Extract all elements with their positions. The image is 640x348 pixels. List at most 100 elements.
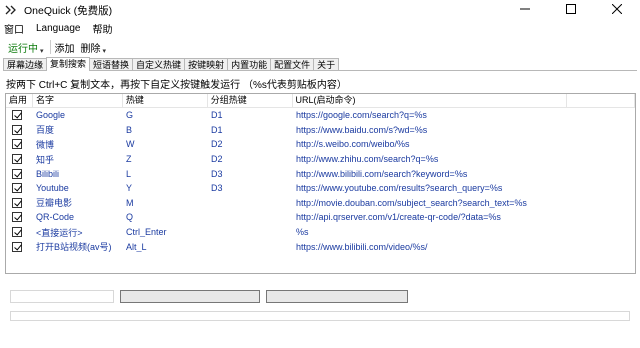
header-hotkey[interactable]: 热键 — [123, 94, 208, 108]
title-bar: OneQuick (免费版) — [0, 0, 640, 20]
row-hotkey: W — [126, 139, 135, 150]
header-extra[interactable] — [567, 94, 635, 108]
enabled-checkbox[interactable] — [12, 168, 22, 179]
row-url: %s — [296, 227, 309, 238]
enabled-checkbox[interactable] — [12, 124, 22, 135]
row-enabled-cell — [6, 139, 33, 150]
row-group-hotkey: D1 — [211, 124, 223, 135]
dropdown-arrow-icon: ▾ — [102, 48, 107, 55]
action-button-2[interactable] — [266, 290, 408, 303]
row-enabled-cell — [6, 197, 33, 208]
table-row[interactable]: 微博 W D2 http://s.weibo.com/weibo/%s — [6, 137, 635, 152]
row-enabled-cell — [6, 183, 33, 194]
row-group-hotkey: D1 — [211, 110, 223, 121]
close-icon — [611, 3, 623, 17]
row-group-hotkey: D3 — [211, 168, 223, 179]
row-enabled-cell — [6, 110, 33, 121]
row-name: Youtube — [36, 183, 69, 194]
toolbar: 运行中 ▾ 添加 删除 ▾ — [0, 37, 640, 57]
row-hotkey: Ctrl_Enter — [126, 227, 167, 238]
minimize-button[interactable] — [502, 0, 548, 20]
table-row[interactable]: 豆瓣电影 Mhttp://movie.douban.com/subject_sea… — [6, 196, 635, 211]
enabled-checkbox[interactable] — [12, 212, 22, 223]
row-url: https://www.youtube.com/results?search_q… — [296, 183, 503, 194]
row-hotkey: B — [126, 124, 133, 135]
menu-window[interactable]: 窗口 — [4, 21, 24, 36]
enabled-checkbox[interactable] — [12, 183, 22, 194]
edit-field[interactable] — [10, 290, 114, 303]
enabled-checkbox[interactable] — [12, 110, 22, 121]
row-hotkey: Y — [126, 183, 133, 194]
row-group-hotkey: D2 — [211, 139, 223, 150]
row-enabled-cell — [6, 227, 33, 238]
add-button[interactable]: 添加 — [55, 40, 75, 55]
maximize-icon — [566, 3, 576, 17]
row-hotkey: G — [126, 110, 134, 121]
enabled-checkbox[interactable] — [12, 139, 22, 150]
row-hotkey: Alt_L — [126, 241, 147, 252]
search-list[interactable]: 启用 名字 热键 分组热键 URL(启动命令) Google G D1 https:/… — [5, 93, 636, 274]
row-enabled-cell — [6, 124, 33, 135]
maximize-button[interactable] — [548, 0, 594, 20]
row-url: https://www.baidu.com/s?wd=%s — [296, 124, 428, 135]
delete-button[interactable]: 删除 ▾ — [80, 40, 107, 56]
row-name: Bilibili — [36, 168, 60, 179]
table-row[interactable]: 百度 B D1 https://www.baidu.com/s?wd=%s — [6, 123, 635, 138]
table-row[interactable]: Youtube Y D3 https://www.youtube.com/result… — [6, 181, 635, 196]
dropdown-arrow-icon: ▾ — [40, 48, 44, 55]
row-enabled-cell — [6, 154, 33, 165]
row-group-hotkey: D2 — [211, 154, 223, 165]
list-body: Google G D1 https://google.com/search?q=%s 百… — [6, 108, 635, 254]
row-url: http://movie.douban.com/subject_search?s… — [296, 197, 527, 208]
row-name: 微博 — [36, 139, 55, 150]
header-name[interactable]: 名字 — [33, 94, 123, 108]
row-group-hotkey: D3 — [211, 183, 223, 194]
row-enabled-cell — [6, 212, 33, 223]
row-name: 知乎 — [36, 154, 55, 165]
table-row[interactable]: QR-Code Qhttp://api.qrserver.com/v1/creat… — [6, 210, 635, 225]
row-enabled-cell — [6, 241, 33, 252]
running-label: 运行中 — [8, 43, 38, 55]
header-enabled[interactable]: 启用 — [6, 94, 33, 108]
hint-text: 按两下 Ctrl+C 复制文本，再按下自定义按键触发运行 （%s代表剪贴板内容） — [6, 80, 347, 91]
table-row[interactable]: <直接运行> Ctrl_Enter %s — [6, 225, 635, 240]
header-group-hotkey[interactable]: 分组热键 — [208, 94, 293, 108]
row-hotkey: Q — [126, 212, 134, 223]
delete-label: 删除 — [80, 43, 101, 55]
menu-bar: 窗口 Language 帮助 — [0, 20, 640, 37]
row-name: 豆瓣电影 — [36, 198, 73, 209]
window-title: OneQuick (免费版) — [24, 4, 113, 17]
enabled-checkbox[interactable] — [12, 154, 22, 165]
row-url: https://google.com/search?q=%s — [296, 110, 427, 121]
row-hotkey: M — [126, 197, 134, 208]
menu-language[interactable]: Language — [36, 23, 81, 34]
table-row[interactable]: 打开B站视频(av号) Alt_L https://www.bilibili.com… — [6, 239, 635, 254]
table-row[interactable]: 知乎 Z D2 http://www.zhihu.com/search?q=%s — [6, 152, 635, 167]
row-name: <直接运行> — [36, 227, 83, 238]
row-url: http://s.weibo.com/weibo/%s — [296, 139, 410, 150]
minimize-icon — [520, 4, 530, 17]
row-name: QR-Code — [36, 212, 75, 223]
table-row[interactable]: Google G D1 https://google.com/search?q=%s — [6, 108, 635, 123]
action-button-1[interactable] — [120, 290, 260, 303]
toolbar-separator — [49, 40, 51, 54]
row-hotkey: Z — [126, 154, 132, 165]
row-enabled-cell — [6, 168, 33, 179]
enabled-checkbox[interactable] — [12, 197, 22, 208]
row-url: http://www.zhihu.com/search?q=%s — [296, 154, 439, 165]
header-url[interactable]: URL(启动命令) — [293, 94, 568, 108]
enabled-checkbox[interactable] — [12, 227, 22, 238]
enabled-checkbox[interactable] — [12, 241, 22, 252]
running-toggle[interactable]: 运行中 ▾ — [8, 40, 44, 56]
double-chevron-icon — [4, 3, 18, 17]
close-button[interactable] — [594, 0, 640, 20]
tab-copy-search[interactable]: 复制搜索 — [46, 57, 91, 71]
row-name: Google — [36, 110, 66, 121]
row-name: 百度 — [36, 125, 55, 136]
table-row[interactable]: Bilibili L D3 http://www.bilibili.com/searc… — [6, 166, 635, 181]
list-header: 启用 名字 热键 分组热键 URL(启动命令) — [6, 94, 635, 108]
menu-help[interactable]: 帮助 — [93, 21, 113, 36]
status-bar — [10, 311, 630, 321]
row-name: 打开B站视频(av号) — [36, 242, 112, 253]
row-url: http://www.bilibili.com/search?keyword=%… — [296, 168, 468, 179]
